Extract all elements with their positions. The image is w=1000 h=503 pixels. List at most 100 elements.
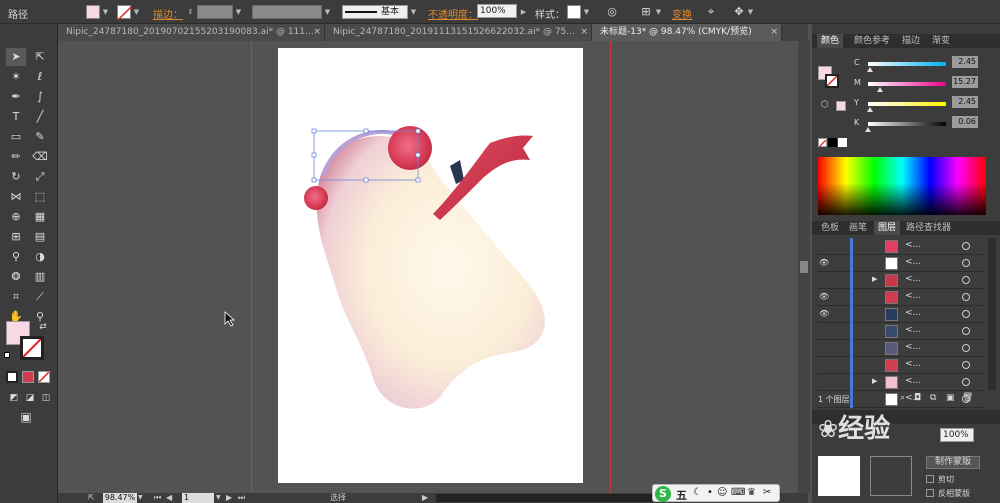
visibility-toggle-icon[interactable]: 👁 (819, 309, 833, 318)
channel-value[interactable]: 2.45 (952, 96, 978, 108)
tab-layers[interactable]: 图层 (874, 221, 901, 235)
keyboard-icon[interactable]: ⌨ (731, 487, 745, 498)
mesh-tool-icon[interactable]: ⊞ (6, 228, 26, 246)
make-clipping-mask-icon[interactable]: ◘ (914, 393, 921, 403)
channel-value[interactable]: 2.45 (952, 56, 978, 68)
skin-icon[interactable]: ♛ (747, 487, 756, 498)
target-icon[interactable] (962, 276, 970, 284)
width-tool-icon[interactable]: ⋈ (6, 188, 26, 206)
brush-dropdown-icon[interactable]: ▼ (409, 5, 418, 19)
none-mode-icon[interactable] (38, 371, 50, 383)
swap-colors-icon[interactable]: ⇄ (33, 318, 53, 336)
none-swatch[interactable] (818, 138, 827, 148)
eyedropper-icon[interactable]: ⚲ (6, 248, 26, 266)
tab-stroke[interactable]: 描边 (898, 34, 924, 48)
channel-slider[interactable] (868, 62, 946, 66)
tab-brushes[interactable]: 画笔 (845, 221, 871, 235)
ime-logo-icon[interactable]: S (655, 486, 671, 502)
isolate-icon[interactable]: ⌖ (701, 3, 721, 21)
stroke-label[interactable]: 描边： (153, 6, 183, 21)
more-options-dropdown-icon[interactable]: ▼ (746, 5, 755, 19)
gradient-tool-icon[interactable]: ▤ (30, 228, 50, 246)
shape-builder-icon[interactable]: ⊕ (6, 208, 26, 226)
horizontal-scrollbar[interactable] (436, 494, 656, 502)
slider-thumb[interactable] (866, 107, 873, 112)
target-icon[interactable] (962, 361, 970, 369)
slider-thumb[interactable] (865, 127, 872, 132)
tab-gradient[interactable]: 渐变 (928, 34, 954, 48)
delete-layer-icon[interactable]: 🗑 (962, 393, 973, 403)
expand-arrow-icon[interactable]: ▶ (872, 275, 877, 283)
target-icon[interactable] (962, 259, 970, 267)
line-tool-icon[interactable]: ╱ (30, 108, 50, 126)
stroke-swatch[interactable] (117, 5, 133, 21)
type-tool-icon[interactable]: T (6, 108, 26, 126)
tab-pathfinder[interactable]: 路径查找器 (902, 221, 955, 235)
out-of-gamut-icon[interactable]: ⬡ (821, 100, 829, 110)
layer-name[interactable]: <... (905, 359, 921, 369)
layer-name[interactable]: <... (905, 376, 921, 386)
gamut-swatch[interactable] (836, 101, 846, 111)
page-dropdown-icon[interactable]: ▼ (216, 493, 221, 503)
locate-object-icon[interactable]: ⌕ (900, 393, 905, 403)
artwork[interactable] (278, 48, 583, 483)
recolor-icon[interactable]: ◎ (602, 3, 622, 21)
layer-row[interactable]: <... (817, 357, 985, 374)
clip-checkbox[interactable] (926, 475, 934, 483)
eraser-icon[interactable]: ⌫ (30, 148, 50, 166)
layer-row[interactable]: 👁 <... (817, 255, 985, 272)
variable-width-dropdown-icon[interactable]: ▼ (323, 5, 332, 19)
target-icon[interactable] (962, 344, 970, 352)
zoom-dropdown-icon[interactable]: ▼ (138, 493, 143, 503)
panel-stroke-swatch[interactable] (825, 74, 839, 88)
prev-artboard-icon[interactable]: ◀ (166, 493, 172, 503)
target-icon[interactable] (962, 378, 970, 386)
first-artboard-icon[interactable]: ⏮ (154, 493, 161, 503)
stroke-weight-field[interactable] (197, 5, 233, 19)
mask-thumbnail[interactable] (870, 456, 912, 496)
channel-slider[interactable] (868, 82, 946, 86)
paintbrush-icon[interactable]: ✎ (30, 128, 50, 146)
style-swatch[interactable] (567, 5, 581, 19)
blend-tool-icon[interactable]: ◑ (30, 248, 50, 266)
opacity-field[interactable]: 100% (477, 4, 517, 18)
emoji-icon[interactable]: ☺ (717, 487, 727, 498)
curvature-tool-icon[interactable]: ∫ (30, 88, 50, 106)
channel-value[interactable]: 15.27 (952, 76, 978, 88)
last-artboard-icon[interactable]: ⏭ (238, 493, 245, 503)
new-sublayer-icon[interactable]: ⧉ (930, 393, 936, 403)
draw-inside-icon[interactable]: ◫ (36, 389, 56, 407)
layer-name[interactable]: <... (905, 257, 921, 267)
target-icon[interactable] (962, 293, 970, 301)
ime-mode-label[interactable]: 五 (676, 487, 687, 503)
perspective-grid-icon[interactable]: ▦ (30, 208, 50, 226)
zoom-field[interactable]: 98.47% (103, 493, 137, 503)
tab-color[interactable]: 颜色 (817, 34, 844, 48)
transparency-opacity-field[interactable]: 100% (940, 428, 974, 442)
symbol-sprayer-icon[interactable]: ❂ (6, 268, 26, 286)
moon-icon[interactable]: ☾ (693, 487, 702, 498)
brush-definition-field[interactable]: 基本 (342, 5, 408, 19)
layer-name[interactable]: <... (905, 274, 921, 284)
make-mask-button[interactable]: 制作蒙版 (926, 456, 980, 469)
tab-document-3[interactable]: 未标题-13* @ 98.47% (CMYK/预览) × (592, 24, 782, 41)
tab-document-2[interactable]: Nipic_24787180_20191113151526622032.ai* … (325, 24, 592, 41)
stroke-dropdown-icon[interactable]: ▼ (132, 5, 141, 19)
next-artboard-icon[interactable]: ▶ (226, 493, 232, 503)
gradient-mode-icon[interactable] (22, 371, 34, 383)
target-icon[interactable] (962, 310, 970, 318)
close-icon[interactable]: × (313, 24, 321, 41)
style-dropdown-icon[interactable]: ▼ (582, 5, 591, 19)
color-spectrum[interactable] (818, 157, 986, 215)
pen-tool-icon[interactable]: ✒ (6, 88, 26, 106)
new-layer-icon[interactable]: ▣ (946, 393, 955, 403)
canvas-area[interactable] (58, 41, 800, 493)
artboard-page-field[interactable]: 1 (182, 493, 214, 503)
tab-color-guide[interactable]: 颜色参考 (850, 34, 894, 48)
graph-tool-icon[interactable]: ▥ (30, 268, 50, 286)
status-arrow-icon[interactable]: ▶ (422, 493, 428, 503)
direct-selection-tool-icon[interactable]: ⇱ (30, 48, 50, 66)
black-swatch[interactable] (828, 138, 837, 147)
channel-slider[interactable] (868, 102, 946, 106)
invert-mask-checkbox[interactable] (926, 489, 934, 497)
